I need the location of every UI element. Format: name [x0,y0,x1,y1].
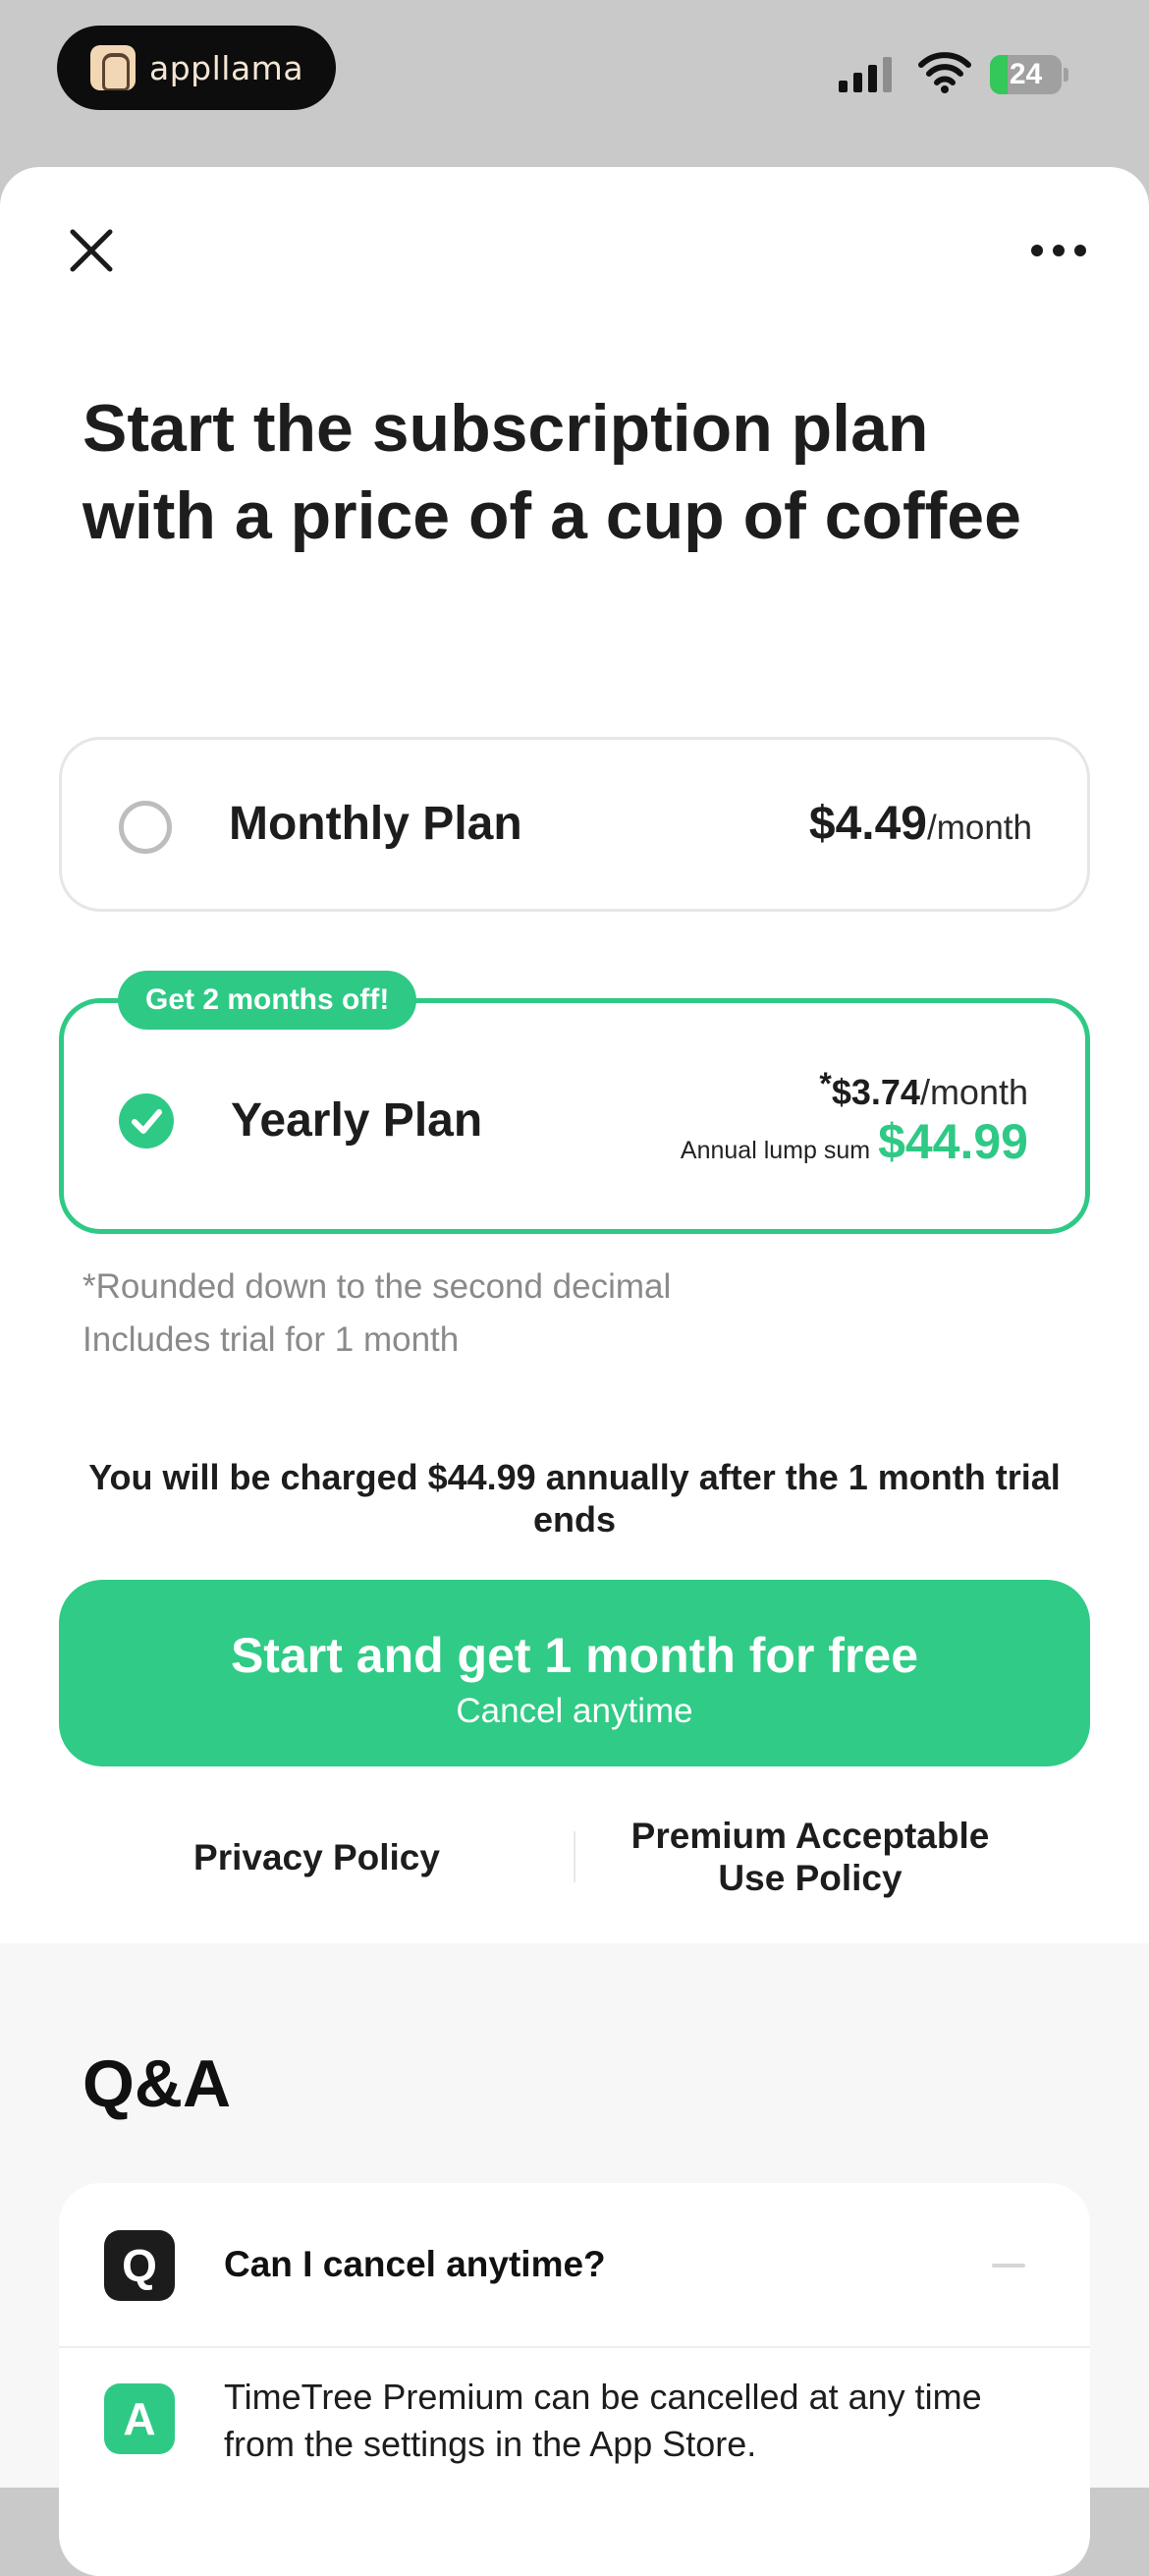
price-unit: /month [927,809,1032,847]
per-month-price: *$3.74/month [819,1066,1028,1113]
discount-badge: Get 2 months off! [118,971,417,1030]
question-text: Can I cancel anytime? [224,2244,606,2284]
radio-checked-icon[interactable] [119,1093,174,1148]
wifi-icon [918,52,971,93]
app-indicator-pill[interactable]: appllama [57,26,336,110]
price-unit: /month [919,1072,1028,1112]
annual-total: Annual lump sum $44.99 [681,1113,1028,1170]
trial-footnote: Includes trial for 1 month [82,1320,460,1359]
answer-text: TimeTree Premium can be cancelled at any… [224,2377,982,2464]
divider [574,1831,575,1882]
start-trial-button[interactable]: Start and get 1 month for free Cancel an… [59,1580,1090,1766]
qa-item: Q Can I cancel anytime? A TimeTree Premi… [59,2183,1090,2576]
plan-name: Yearly Plan [231,1094,483,1147]
qa-question-row[interactable]: Q Can I cancel anytime? [59,2183,1090,2348]
app-name: appllama [149,48,304,87]
llama-logo-icon [90,45,136,90]
qa-section: Q&A Q Can I cancel anytime? A TimeTree P… [0,1943,1149,2576]
cta-sub-label: Cancel anytime [456,1692,693,1730]
plan-name: Monthly Plan [229,798,522,850]
lump-sum-label: Annual lump sum [680,1137,871,1164]
charge-notice: You will be charged $44.99 annually afte… [88,1457,1061,1540]
asterisk: * [819,1066,832,1101]
cellular-signal-icon [839,57,892,92]
radio-unchecked-icon[interactable] [119,801,172,854]
more-options-icon[interactable] [1029,240,1088,261]
policy-links: Privacy Policy Premium Acceptable Use Po… [59,1808,1090,1906]
lump-sum-price: $44.99 [878,1114,1028,1169]
page-title: Start the subscription plan with a price… [82,391,1021,553]
battery-level: 24 [1009,58,1043,90]
acceptable-use-policy-link[interactable]: Premium Acceptable Use Policy [609,1808,1012,1906]
battery-icon: 24 [990,54,1068,95]
question-badge-icon: Q [104,2230,175,2301]
status-bar: appllama 24 [0,0,1149,167]
qa-title: Q&A [82,2046,232,2121]
rounding-footnote: *Rounded down to the second decimal [82,1267,672,1306]
price-amount: $3.74 [831,1072,920,1112]
plan-option-yearly[interactable]: Yearly Plan *$3.74/month Annual lump sum… [59,998,1090,1234]
close-icon[interactable] [67,226,116,275]
answer-badge-icon: A [104,2383,175,2454]
privacy-policy-link[interactable]: Privacy Policy [59,1808,574,1906]
price-amount: $4.49 [808,798,927,850]
cta-main-label: Start and get 1 month for free [230,1628,919,1683]
plan-option-monthly[interactable]: Monthly Plan $4.49/month [59,737,1090,912]
plan-price: $4.49/month [809,797,1032,851]
collapse-icon[interactable] [992,2264,1025,2268]
